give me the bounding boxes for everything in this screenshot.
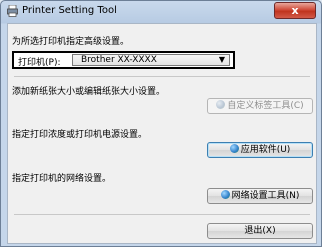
custom-label-tool-button-label: 自定义标签工具(C)	[227, 101, 304, 111]
printer-dropdown-value: Brother XX-XXXX	[81, 55, 157, 65]
network-settings-description: 指定打印机的网络设置。	[12, 174, 112, 184]
network-settings-tool-button-label: 网络设置工具(N)	[231, 191, 300, 201]
custom-label-tool-button[interactable]: 自定义标签工具(C)	[207, 98, 313, 114]
printer-selector-group: 打印机(P): Brother XX-XXXX ▼	[12, 51, 235, 69]
printer-dropdown[interactable]: Brother XX-XXXX ▼	[72, 54, 230, 66]
printer-app-icon	[7, 5, 18, 17]
globe-icon	[220, 190, 230, 199]
network-settings-tool-button[interactable]: 网络设置工具(N)	[207, 188, 313, 204]
custom-label-description: 添加新纸张大小或编辑纸张大小设置。	[12, 87, 166, 97]
close-button[interactable]: x	[274, 2, 316, 19]
device-settings-description: 指定打印浓度或打印机电源设置。	[12, 130, 148, 140]
separator	[14, 214, 310, 215]
printer-setting-tool-window: Printer Setting Tool x 为所选打印机指定高级设置。 打印机…	[0, 0, 322, 247]
intro-text: 为所选打印机指定高级设置。	[12, 37, 130, 47]
window-title: Printer Setting Tool	[22, 5, 117, 16]
dialog-client-area: 为所选打印机指定高级设置。 打印机(P): Brother XX-XXXX ▼ …	[7, 23, 317, 244]
application-software-button[interactable]: 应用软件(U)	[207, 142, 313, 158]
close-icon: x	[291, 4, 299, 17]
separator	[14, 76, 310, 77]
title-bar[interactable]: Printer Setting Tool x	[1, 1, 321, 22]
printer-label: 打印机(P):	[18, 58, 61, 68]
globe-icon	[229, 144, 239, 153]
exit-button-label: 退出(X)	[244, 226, 276, 236]
chevron-down-icon: ▼	[218, 55, 225, 64]
globe-icon	[216, 100, 226, 109]
application-software-button-label: 应用软件(U)	[240, 145, 291, 155]
exit-button[interactable]: 退出(X)	[207, 223, 313, 239]
